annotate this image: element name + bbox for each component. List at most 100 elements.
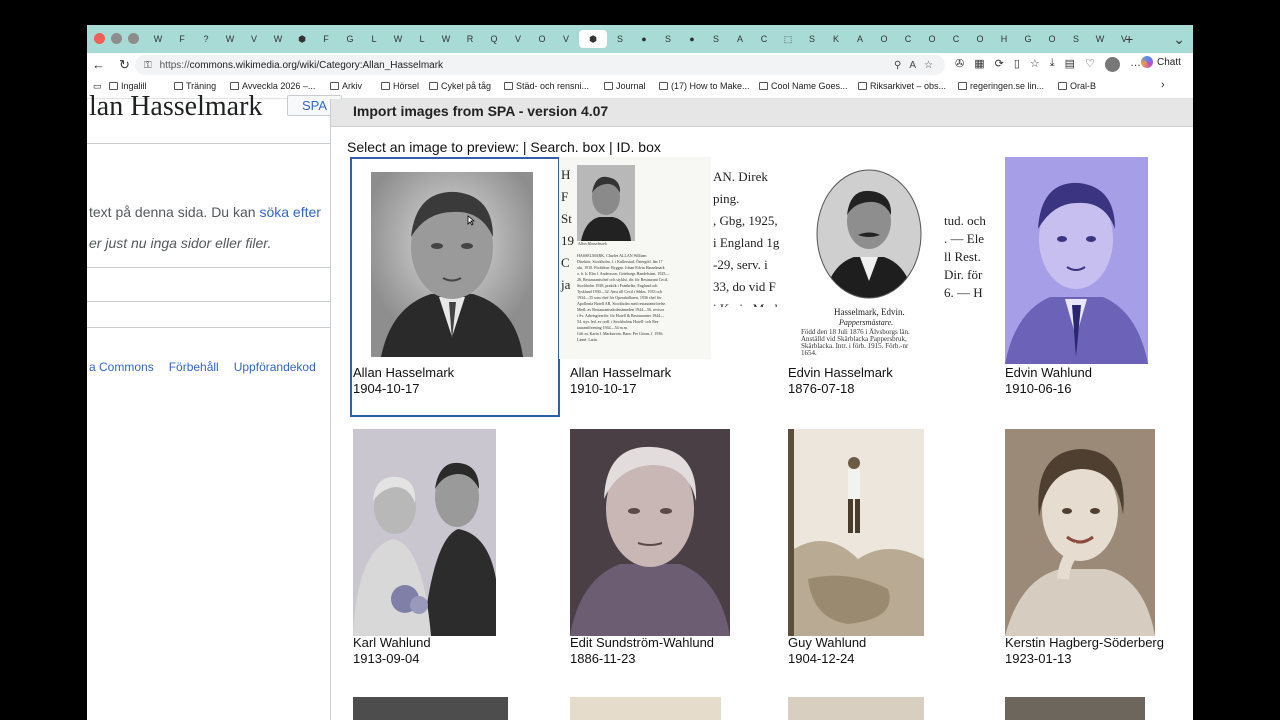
browser-tab[interactable]: A xyxy=(729,30,751,48)
browser-tab[interactable]: O xyxy=(969,30,991,48)
bookmark-item[interactable]: Hörsel xyxy=(381,81,419,91)
browser-tab[interactable]: H xyxy=(993,30,1015,48)
photo-thumbnail[interactable] xyxy=(1005,697,1145,720)
browser-tab[interactable]: W xyxy=(219,30,241,48)
bookmark-item[interactable]: Journal xyxy=(604,81,646,91)
browser-tab[interactable]: G xyxy=(339,30,361,48)
bookmarks-overflow-chevron-icon[interactable]: › xyxy=(1161,79,1165,91)
bookmark-item[interactable]: Städ- och rensni... xyxy=(504,81,589,91)
zoom-icon[interactable]: ⚲ xyxy=(894,60,901,71)
bookmark-item[interactable]: (17) How to Make... xyxy=(659,81,750,91)
favorites-icon[interactable]: ☆ xyxy=(1030,57,1040,72)
browser-tab[interactable]: O xyxy=(873,30,895,48)
minimize-window-button[interactable] xyxy=(111,33,122,44)
bookmark-item[interactable]: regeringen.se lin... xyxy=(958,81,1044,91)
more-menu-icon[interactable]: … xyxy=(1130,57,1141,72)
book-scan-fragment[interactable]: tud. och . — Ele ll Rest. Dir. för 6. — H xyxy=(944,157,1004,307)
browser-tab[interactable]: ⬢ xyxy=(291,30,313,48)
browser-tab[interactable]: L xyxy=(363,30,385,48)
browser-tab[interactable]: C xyxy=(897,30,919,48)
tab-favicon: G xyxy=(346,34,354,44)
browser-tab[interactable]: S xyxy=(609,30,631,48)
image-name: Karl Wahlund xyxy=(353,635,431,650)
favorite-star-icon[interactable]: ☆ xyxy=(924,60,933,71)
collections-icon[interactable]: ▤ xyxy=(1065,57,1075,72)
back-arrow-icon[interactable]: ← xyxy=(92,57,105,73)
reload-icon[interactable]: ↻ xyxy=(119,57,130,73)
url-field[interactable]: ⚿ https://commons.wikimedia.org/wiki/Cat… xyxy=(135,55,945,75)
browser-tab[interactable]: C xyxy=(945,30,967,48)
footer-link[interactable]: Uppförandekod xyxy=(234,360,316,374)
browser-tab[interactable]: S xyxy=(657,30,679,48)
browser-tab[interactable]: ⬢ xyxy=(579,30,607,48)
browser-tab[interactable]: ⬚ xyxy=(777,30,799,48)
browser-tab[interactable]: W xyxy=(387,30,409,48)
bookmark-item[interactable]: Avveckla 2026 –... xyxy=(230,81,315,91)
bookmark-item[interactable]: Cool Name Goes... xyxy=(759,81,848,91)
bookmark-item[interactable]: Ingalill xyxy=(109,81,147,91)
split-screen-icon[interactable]: ▯ xyxy=(1014,57,1020,72)
extension-icon[interactable]: ⟳ xyxy=(995,57,1004,72)
footer-link[interactable]: a Commons xyxy=(89,360,154,374)
browser-tab[interactable]: W xyxy=(435,30,457,48)
photo-thumbnail[interactable] xyxy=(570,697,721,720)
portrait-thumbnail[interactable] xyxy=(371,172,533,357)
site-info-icon[interactable]: ⚿ xyxy=(144,60,152,71)
new-tab-icon[interactable]: + xyxy=(1125,31,1133,48)
browser-tab[interactable]: S xyxy=(1065,30,1087,48)
tab-list-chevron-icon[interactable]: ⌄ xyxy=(1173,31,1185,48)
scan-line: F xyxy=(561,189,569,204)
bookmark-item[interactable]: Träning xyxy=(174,81,216,91)
browser-tab[interactable]: O xyxy=(531,30,553,48)
tab-favicon: W xyxy=(393,34,403,44)
browser-tab[interactable]: W xyxy=(147,30,169,48)
browser-tab[interactable]: O xyxy=(921,30,943,48)
book-scan-thumbnail[interactable]: H F St 19 Cja Allan Hasselmark HASSELMARK, C… xyxy=(559,157,711,359)
photo-thumbnail[interactable] xyxy=(353,697,508,720)
browser-tab[interactable]: F xyxy=(315,30,337,48)
portrait-thumbnail[interactable] xyxy=(1005,429,1155,636)
browser-tab[interactable]: W xyxy=(267,30,289,48)
browser-tab[interactable]: V xyxy=(555,30,577,48)
portrait-thumbnail[interactable] xyxy=(1005,157,1148,364)
portrait-thumbnail[interactable] xyxy=(570,429,730,636)
browser-tab[interactable]: C xyxy=(753,30,775,48)
copilot-chat-button[interactable]: Chatt xyxy=(1141,56,1181,68)
browser-tab[interactable]: A xyxy=(849,30,871,48)
browser-tab[interactable]: K xyxy=(825,30,847,48)
close-window-button[interactable] xyxy=(94,33,105,44)
browser-tab[interactable]: O xyxy=(1041,30,1063,48)
couple-photo-thumbnail[interactable] xyxy=(353,429,496,636)
browser-tab[interactable]: S xyxy=(801,30,823,48)
extension-icon[interactable]: ▦ xyxy=(974,57,984,72)
browser-tab[interactable]: ● xyxy=(681,30,703,48)
browser-tab[interactable]: V xyxy=(507,30,529,48)
browser-tab[interactable]: ? xyxy=(195,30,217,48)
photo-thumbnail[interactable] xyxy=(788,697,924,720)
landscape-photo-thumbnail[interactable] xyxy=(788,429,924,636)
bookmark-item[interactable]: Cykel på tåg xyxy=(429,81,491,91)
browser-tab[interactable]: ● xyxy=(633,30,655,48)
downloads-icon[interactable]: ⤓ xyxy=(1050,57,1055,72)
maximize-window-button[interactable] xyxy=(128,33,139,44)
extension-icon[interactable]: ✇ xyxy=(955,57,964,72)
browser-tab[interactable]: V xyxy=(243,30,265,48)
profile-avatar[interactable] xyxy=(1104,57,1120,72)
search-link[interactable]: söka efter xyxy=(259,204,320,220)
browser-tab[interactable]: R xyxy=(459,30,481,48)
bookmark-item[interactable]: Oral-B xyxy=(1058,81,1096,91)
browser-tab[interactable]: G xyxy=(1017,30,1039,48)
browser-tab[interactable]: Q xyxy=(483,30,505,48)
bookmark-item[interactable]: Riksarkivet – obs... xyxy=(858,81,946,91)
browser-tab[interactable]: F xyxy=(171,30,193,48)
read-aloud-icon[interactable]: A xyxy=(909,60,916,71)
footer-link[interactable]: Förbehåll xyxy=(169,360,219,374)
browser-tab[interactable]: S xyxy=(705,30,727,48)
book-scan-fragment[interactable]: AN. Direk ping. , Gbg, 1925, i England 1g -2… xyxy=(711,157,789,307)
web-page: lan Hasselmark SPA text på denna sida. D… xyxy=(87,91,1193,720)
browser-tab[interactable]: W xyxy=(1089,30,1111,48)
heart-icon[interactable]: ♡ xyxy=(1085,57,1095,72)
bookmark-item[interactable]: Arkiv xyxy=(330,81,362,91)
browser-tab[interactable]: L xyxy=(411,30,433,48)
portrait-clipping-thumbnail[interactable]: Hasselmark, Edvin. Pappersmästare. Född … xyxy=(789,157,944,367)
